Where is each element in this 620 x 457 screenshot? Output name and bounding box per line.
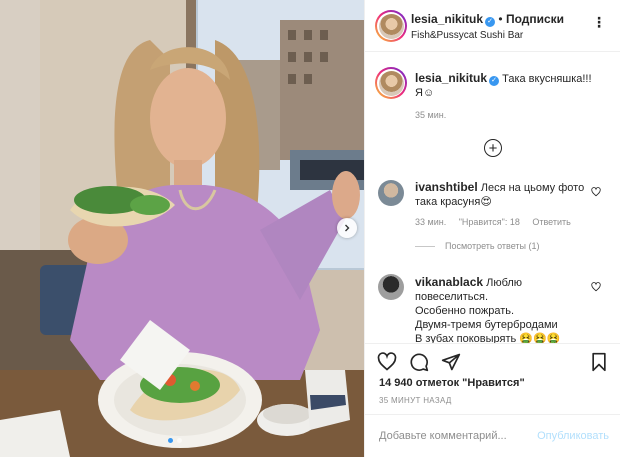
more-icon[interactable]: ⋮ xyxy=(592,14,607,31)
caption-avatar[interactable] xyxy=(375,67,407,99)
caption-text-line2: Я☺ xyxy=(415,87,435,99)
comment-emoji: 😍 xyxy=(480,196,492,208)
reply-button[interactable]: Ответить xyxy=(532,217,570,227)
post-photo[interactable] xyxy=(0,0,364,457)
add-comment-bar: Добавьте комментарий... Опубликовать xyxy=(365,414,620,457)
photo-illustration xyxy=(0,0,364,457)
author-username[interactable]: lesia_nikituk xyxy=(411,12,483,26)
post-panel: lesia_nikituk ✓ • Подписки Fish&Pussycat … xyxy=(364,0,620,457)
comment-text-line1: Леся на цьому фото xyxy=(480,182,585,194)
comment-text-line2: така красуня xyxy=(415,196,481,208)
share-icon[interactable] xyxy=(441,352,461,372)
comment: vikanablack Люблю повеселиться. Особенно… xyxy=(415,275,595,343)
comment-text-line3: Особенно пожрать. xyxy=(415,305,515,317)
carousel-dot xyxy=(177,438,182,443)
likes-count[interactable]: 14 940 отметок "Нравится" xyxy=(379,377,525,389)
post-time: 35 МИНУТ НАЗАД xyxy=(379,396,452,405)
comment-time: 33 мин. xyxy=(415,217,447,227)
show-replies-button[interactable]: Посмотреть ответы (1) xyxy=(445,241,540,251)
author-avatar[interactable] xyxy=(375,10,407,42)
comment-text-line1: Люблю xyxy=(486,277,523,289)
caption: lesia_nikituk ✓ Така вкусняшка!!! Я☺ 35 м… xyxy=(415,71,605,120)
next-photo-button[interactable] xyxy=(337,218,357,238)
commenter-avatar[interactable] xyxy=(378,180,404,206)
heart-icon[interactable] xyxy=(377,352,397,372)
comment-username[interactable]: vikanablack xyxy=(415,275,483,289)
comment-emoji: 🤮🤮🤮 xyxy=(519,333,561,343)
load-more-comments-button[interactable]: + xyxy=(484,139,502,157)
comment-text-line2: повеселиться. xyxy=(415,291,489,303)
publish-button[interactable]: Опубликовать xyxy=(537,430,609,442)
comment-text-line5: В зубах поковырять xyxy=(415,333,517,343)
bookmark-icon[interactable] xyxy=(589,352,609,372)
post-header: lesia_nikituk ✓ • Подписки Fish&Pussycat … xyxy=(365,0,620,52)
divider xyxy=(415,245,435,247)
comment-username[interactable]: ivanshtibel xyxy=(415,180,478,194)
chevron-right-icon xyxy=(345,224,350,232)
verified-badge-icon: ✓ xyxy=(485,17,496,27)
following-button[interactable]: Подписки xyxy=(506,12,564,26)
commenter-avatar[interactable] xyxy=(378,274,404,300)
comment-input[interactable]: Добавьте комментарий... xyxy=(379,430,507,442)
carousel-dot-active xyxy=(168,438,173,443)
heart-icon[interactable] xyxy=(591,282,601,292)
carousel-indicator xyxy=(168,438,182,443)
caption-time: 35 мин. xyxy=(415,110,447,120)
comment-icon[interactable] xyxy=(409,352,429,372)
comment: ivanshtibel Леся на цьому фото така крас… xyxy=(415,180,595,251)
caption-text-line1: Така вкусняшка!!! xyxy=(502,73,592,85)
comment-likes[interactable]: "Нравится": 18 xyxy=(459,217,520,227)
caption-username[interactable]: lesia_nikituk xyxy=(415,71,487,85)
comments-list: lesia_nikituk ✓ Така вкусняшка!!! Я☺ 35 м… xyxy=(365,53,620,343)
post-location[interactable]: Fish&Pussycat Sushi Bar xyxy=(411,30,523,41)
comment-text-line4: Двумя-тремя бутербродами xyxy=(415,319,558,331)
verified-badge-icon: ✓ xyxy=(489,76,500,86)
heart-icon[interactable] xyxy=(591,187,601,197)
plus-icon: + xyxy=(488,139,498,157)
